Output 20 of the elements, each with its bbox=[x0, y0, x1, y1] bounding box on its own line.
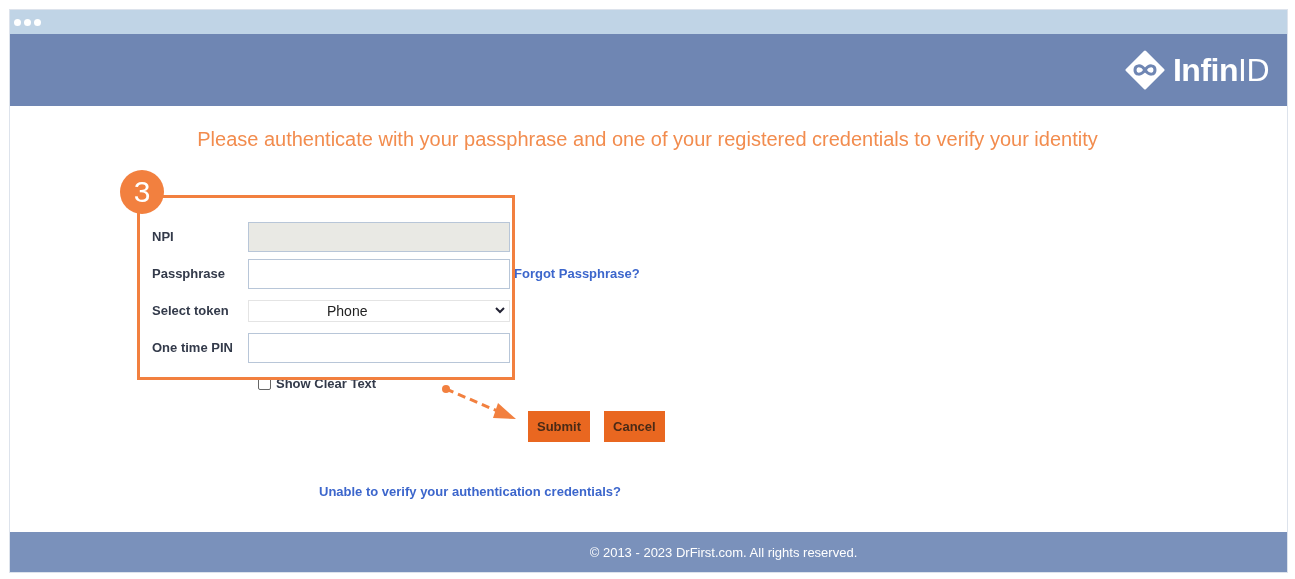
copyright-text: © 2013 - 2023 DrFirst.com. All rights reserved. bbox=[589, 544, 858, 560]
field-label: One time PIN bbox=[151, 340, 234, 355]
field-label: Passphrase bbox=[151, 266, 226, 281]
logo-icon bbox=[1124, 50, 1165, 90]
form-button[interactable]: Submit bbox=[528, 411, 591, 442]
input-field[interactable] bbox=[248, 258, 510, 289]
token-select[interactable]: Phone bbox=[248, 299, 510, 322]
step-badge: 3 bbox=[120, 170, 164, 214]
window-dot-icon bbox=[34, 18, 41, 26]
field-label: Select token bbox=[151, 303, 230, 318]
forgot-passphrase-link[interactable]: Forgot Passphrase? bbox=[510, 266, 665, 281]
logo-text: InfinID bbox=[1172, 51, 1269, 89]
help-link[interactable]: Unable to verify your authentication credentials? bbox=[319, 484, 621, 499]
window-dot-icon bbox=[24, 18, 31, 26]
window-dot-icon bbox=[14, 18, 21, 26]
heading: Please authenticate with your passphrase and one of your registered credentials to verify your identity bbox=[196, 128, 1099, 151]
field-label: NPI bbox=[151, 229, 175, 244]
form-button[interactable]: Cancel bbox=[604, 411, 665, 442]
input-field[interactable] bbox=[248, 332, 510, 363]
chevron-down-icon bbox=[495, 307, 505, 314]
